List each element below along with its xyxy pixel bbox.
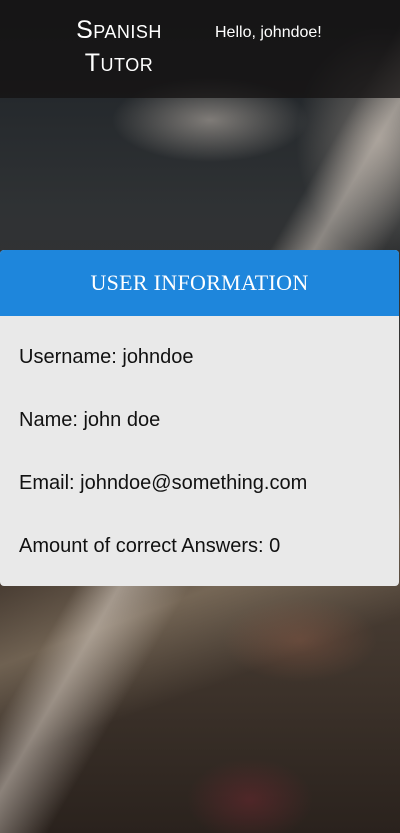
brand-line-2: Tutor xyxy=(84,49,154,77)
top-nav: Spanish Tutor Hello, johndoe! xyxy=(0,0,400,98)
name-row: Name: john doe xyxy=(19,409,161,431)
username-row: Username: johndoe xyxy=(19,346,194,368)
brand-line-1: Spanish xyxy=(76,16,162,44)
correct-answers-row: Amount of correct Answers: 0 xyxy=(19,535,281,557)
user-info-card: USER INFORMATION Username: johndoe Name:… xyxy=(0,250,399,586)
email-row: Email: johndoe@something.com xyxy=(19,472,308,494)
brand-logo-link[interactable]: Spanish Tutor xyxy=(60,14,178,80)
card-body: Username: johndoe Name: john doe Email: … xyxy=(0,316,399,586)
card-title: USER INFORMATION xyxy=(0,250,399,316)
user-greeting: Hello, johndoe! xyxy=(215,24,322,41)
